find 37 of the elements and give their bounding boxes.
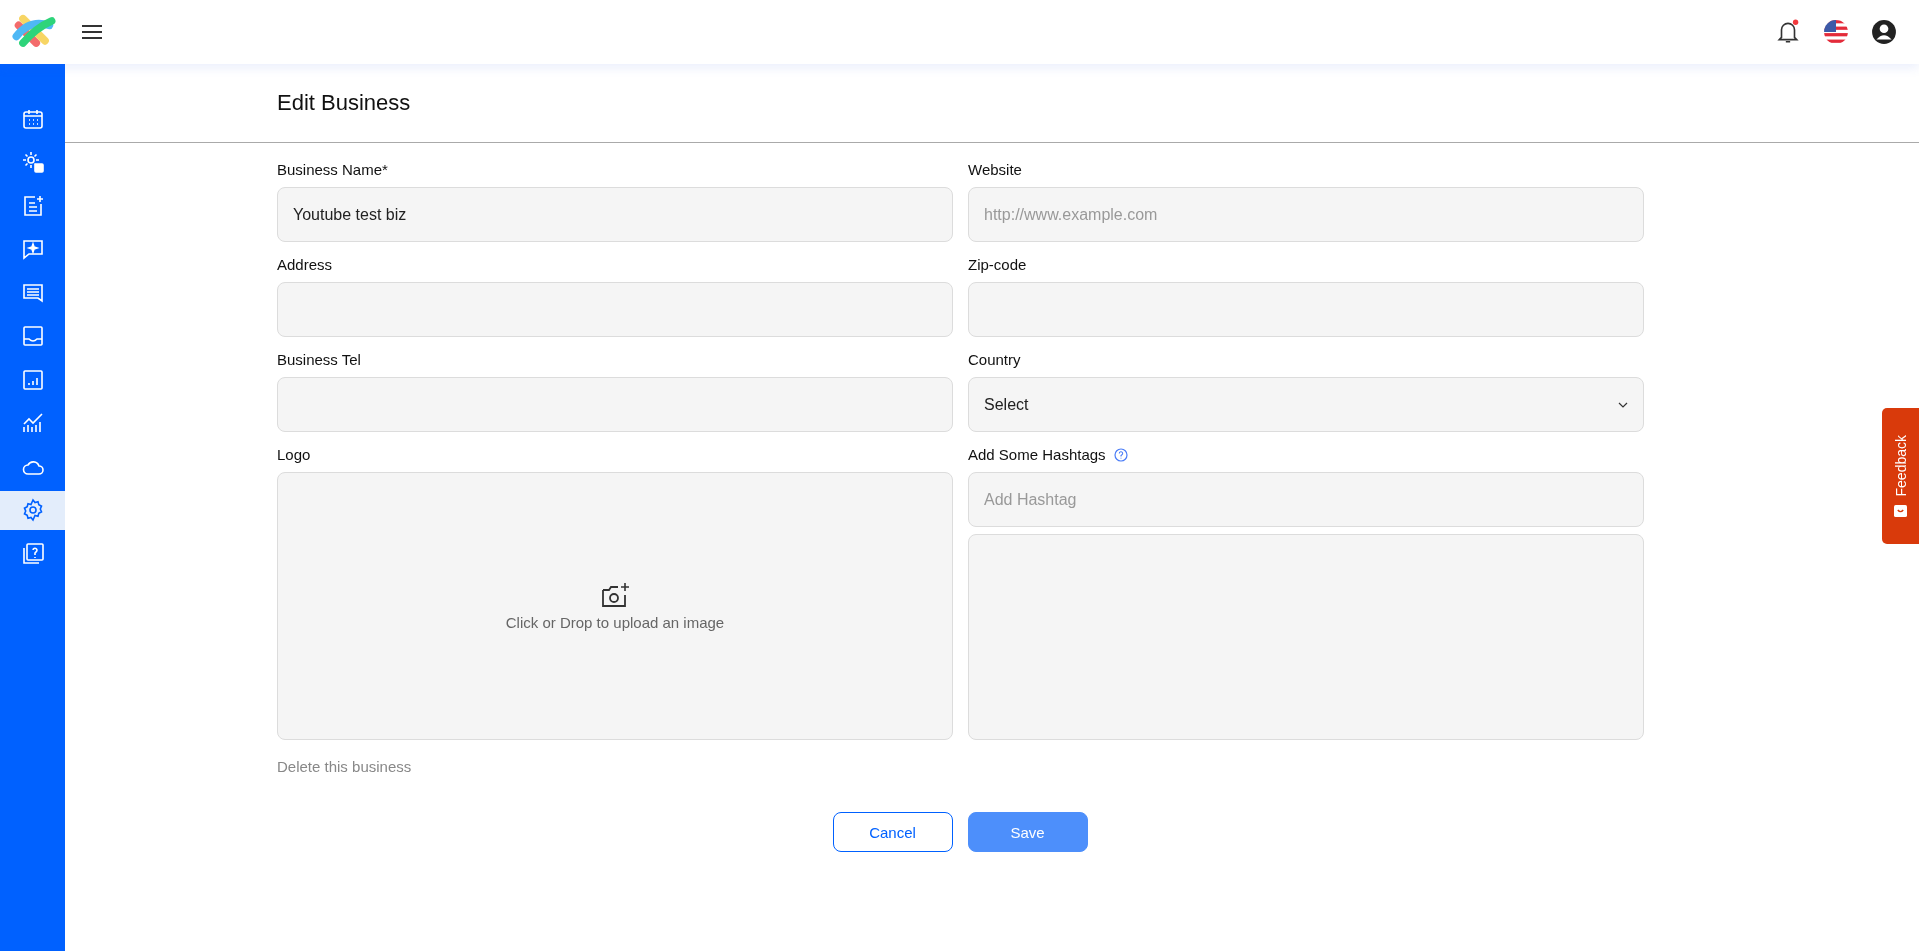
help-icon [20, 541, 45, 566]
input-field[interactable] [968, 282, 1644, 337]
page-title: Edit Business [277, 90, 411, 116]
field-label: Website [968, 161, 1022, 178]
sidebar-item[interactable] [0, 490, 65, 530]
field-label: Logo [277, 446, 311, 463]
country-select[interactable]: Select [968, 377, 1644, 432]
delete-business-link[interactable]: Delete this business [277, 758, 412, 775]
inbox-icon [20, 324, 45, 348]
logo-icon[interactable] [12, 14, 56, 50]
input-field[interactable]: Youtube test biz [277, 187, 953, 242]
input-field[interactable] [277, 377, 953, 432]
field-label: Business Name* [277, 161, 388, 178]
input-field[interactable]: http://www.example.com [968, 187, 1644, 242]
us-flag-icon[interactable] [1823, 19, 1849, 45]
image-upload-area[interactable]: Click or Drop to upload an image [277, 472, 953, 740]
help-icon[interactable] [1113, 447, 1128, 462]
chevron-down-icon [1618, 401, 1628, 408]
smile-icon [1894, 504, 1907, 518]
camera-add-icon [600, 581, 630, 608]
bell-icon[interactable] [1775, 19, 1801, 45]
line-chart-icon [20, 411, 45, 435]
field-label: Zip-code [968, 256, 1027, 273]
upload-hint: Click or Drop to upload an image [505, 613, 725, 631]
hashtag-input[interactable]: Add Hashtag [968, 472, 1644, 527]
field-label: Country [968, 351, 1021, 368]
bar-chart-icon [20, 367, 45, 392]
menu-icon[interactable] [82, 25, 102, 39]
input-field[interactable] [277, 282, 953, 337]
field-label: Business Tel [277, 351, 361, 368]
feedback-tab[interactable]: Feedback [1882, 408, 1919, 544]
save-button[interactable]: Save [967, 812, 1088, 852]
field-label: Add Some Hashtags [968, 446, 1106, 463]
cancel-button[interactable]: Cancel [832, 812, 953, 852]
user-avatar-icon[interactable] [1871, 19, 1897, 45]
field-label: Address [277, 256, 333, 273]
chat-sparkle-icon [20, 237, 45, 261]
